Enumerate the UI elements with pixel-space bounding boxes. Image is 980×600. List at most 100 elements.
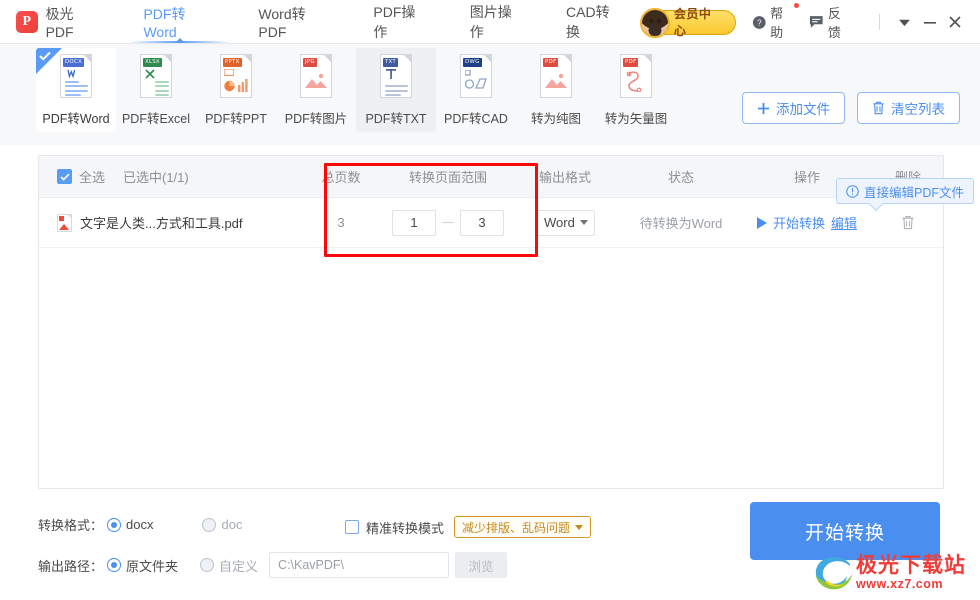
tool-pdf-to-word[interactable]: DOCX PDF转Word — [36, 48, 116, 132]
pdf-to-word-file-icon: DOCX — [56, 54, 96, 102]
tool-pdf-to-txt[interactable]: TXT PDF转TXT — [356, 48, 436, 132]
select-all-cell[interactable]: 全选 — [39, 167, 109, 186]
close-button[interactable] — [943, 9, 968, 35]
format-option-doc[interactable]: doc — [202, 517, 242, 532]
output-path-input[interactable]: C:\KavPDF\ — [269, 552, 450, 578]
format-label: 转换格式： — [38, 518, 104, 533]
page-range-to-input[interactable]: 3 — [460, 209, 504, 236]
feedback-button[interactable]: 反馈 — [809, 3, 853, 41]
output-custom-label: 自定义 — [219, 558, 259, 574]
minimize-icon — [924, 22, 937, 24]
output-option-original[interactable]: 原文件夹 — [107, 556, 178, 575]
tool-label-pdf-to-cad: PDF转CAD — [444, 112, 508, 126]
select-all-checkbox[interactable] — [57, 169, 72, 184]
tool-label-pdf-to-image: PDF转图片 — [284, 112, 348, 126]
minimize-button[interactable] — [917, 9, 942, 35]
radio-docx[interactable] — [107, 517, 122, 532]
tool-to-raster-image[interactable]: PDF 转为纯图 — [516, 48, 596, 132]
tile-tag-2: PPTX — [223, 58, 242, 67]
tab-pdf-to-word[interactable]: PDF转Word — [122, 0, 237, 44]
app-logo-icon: P — [16, 11, 38, 33]
feedback-label: 反馈 — [827, 6, 841, 40]
brand: P 极光PDF — [16, 4, 100, 40]
trash-icon — [873, 101, 884, 115]
tab-cad-convert[interactable]: CAD转换 — [545, 0, 643, 44]
svg-text:?: ? — [757, 18, 762, 27]
plus-icon — [757, 102, 770, 114]
toolbar-actions: 添加文件 清空列表 — [730, 44, 980, 124]
format-option-docx[interactable]: docx — [107, 517, 153, 532]
row-page-range: 1 3 — [387, 209, 509, 236]
header-total-pages: 总页数 — [321, 170, 361, 185]
feedback-icon — [810, 16, 823, 28]
tab-pdf-operations[interactable]: PDF操作 — [352, 0, 448, 44]
clear-list-label: 清空列表 — [891, 102, 945, 117]
conversion-toolbar: DOCX PDF转Word XLSX PDF转Excel PPTX PDF转PP… — [0, 44, 980, 145]
watermark: 极光下载站 www.xz7.com — [812, 552, 966, 594]
tool-label-pdf-to-word: PDF转Word — [42, 112, 110, 126]
help-label: 帮助 — [770, 6, 784, 40]
add-file-button[interactable]: 添加文件 — [742, 92, 845, 124]
tile-tag-4: TXT — [383, 58, 398, 67]
nav-right-controls: 会员中心 ? 帮助 反馈 — [639, 3, 980, 41]
tool-to-vector-image[interactable]: PDF 转为矢量图 — [596, 48, 676, 132]
page-range-from-input[interactable]: 1 — [392, 209, 436, 236]
nav-divider — [879, 14, 881, 30]
range-dash — [442, 222, 454, 223]
start-convert-link[interactable]: 开始转换 — [773, 213, 825, 232]
browse-button[interactable]: 浏览 — [455, 552, 508, 578]
watermark-logo-icon — [812, 552, 854, 594]
row-total-pages: 3 — [337, 215, 345, 230]
row-output-format-cell: Word — [509, 209, 621, 236]
precise-mode-checkbox[interactable] — [345, 520, 359, 534]
row-file-name: 文字是人类...方式和工具.pdf — [80, 216, 243, 231]
clear-list-button[interactable]: 清空列表 — [857, 92, 960, 124]
to-vector-image-file-icon: PDF — [616, 54, 656, 102]
to-raster-image-file-icon: PDF — [536, 54, 576, 102]
more-options-button[interactable] — [892, 9, 917, 35]
edit-link[interactable]: 编辑 — [831, 213, 857, 232]
selected-count-label: 已选中(1/1) — [123, 170, 189, 185]
tool-label-to-vector-image: 转为矢量图 — [604, 112, 668, 126]
info-icon — [846, 184, 859, 198]
mode-dropdown-label: 减少排版、乱码问题 — [462, 520, 571, 535]
conversion-tiles: DOCX PDF转Word XLSX PDF转Excel PPTX PDF转PP… — [0, 44, 676, 132]
file-list-header: 全选 已选中(1/1) 总页数 转换页面范围 输出格式 状态 操作 删除 — [39, 156, 943, 198]
add-file-label: 添加文件 — [776, 102, 830, 117]
tile-tag-0: DOCX — [63, 58, 84, 67]
row-delete-cell — [873, 215, 943, 230]
radio-doc[interactable] — [202, 517, 217, 532]
format-doc-label: doc — [221, 517, 243, 532]
radio-custom-folder[interactable] — [200, 558, 215, 572]
tile-tag-6: PDF — [543, 58, 559, 67]
tool-pdf-to-ppt[interactable]: PPTX PDF转PPT — [196, 48, 276, 132]
tool-pdf-to-cad[interactable]: DWG PDF转CAD — [436, 48, 516, 132]
tab-image-operations[interactable]: 图片操作 — [449, 0, 545, 44]
output-path-row: 输出路径： 原文件夹 自定义 C:\KavPDF\ 浏览 — [38, 552, 508, 578]
pdf-to-image-file-icon: JPG — [296, 54, 336, 102]
tool-label-pdf-to-ppt: PDF转PPT — [205, 112, 267, 126]
output-option-custom[interactable]: 自定义 — [200, 556, 258, 575]
mode-dropdown[interactable]: 减少排版、乱码问题 — [454, 516, 592, 538]
select-all-label: 全选 — [79, 170, 106, 185]
avatar — [639, 7, 670, 38]
output-original-label: 原文件夹 — [126, 558, 179, 574]
tooltip-text: 直接编辑PDF文件 — [863, 185, 964, 200]
tile-tag-5: DWG — [463, 58, 482, 67]
brand-name: 极光PDF — [45, 6, 74, 40]
tool-pdf-to-image[interactable]: JPG PDF转图片 — [276, 48, 356, 132]
member-center-button[interactable]: 会员中心 — [639, 7, 736, 38]
tool-label-pdf-to-txt: PDF转TXT — [365, 112, 427, 126]
help-icon: ? — [752, 15, 766, 29]
tile-tag-1: XLSX — [143, 58, 162, 67]
row-file-cell: 文字是人类...方式和工具.pdf — [57, 213, 295, 232]
precise-mode-label: 精准转换模式 — [366, 520, 445, 536]
radio-original-folder[interactable] — [107, 558, 122, 572]
help-button[interactable]: ? 帮助 — [752, 3, 800, 41]
table-row[interactable]: 文字是人类...方式和工具.pdf 3 1 3 Word 待转换为Word 开始… — [39, 198, 943, 248]
trash-icon[interactable] — [901, 215, 915, 230]
output-format-select[interactable]: Word — [535, 209, 595, 236]
nav-tabs: PDF转Word Word转PDF PDF操作 图片操作 CAD转换 — [122, 0, 642, 44]
tab-word-to-pdf[interactable]: Word转PDF — [237, 0, 352, 44]
tool-pdf-to-excel[interactable]: XLSX PDF转Excel — [116, 48, 196, 132]
